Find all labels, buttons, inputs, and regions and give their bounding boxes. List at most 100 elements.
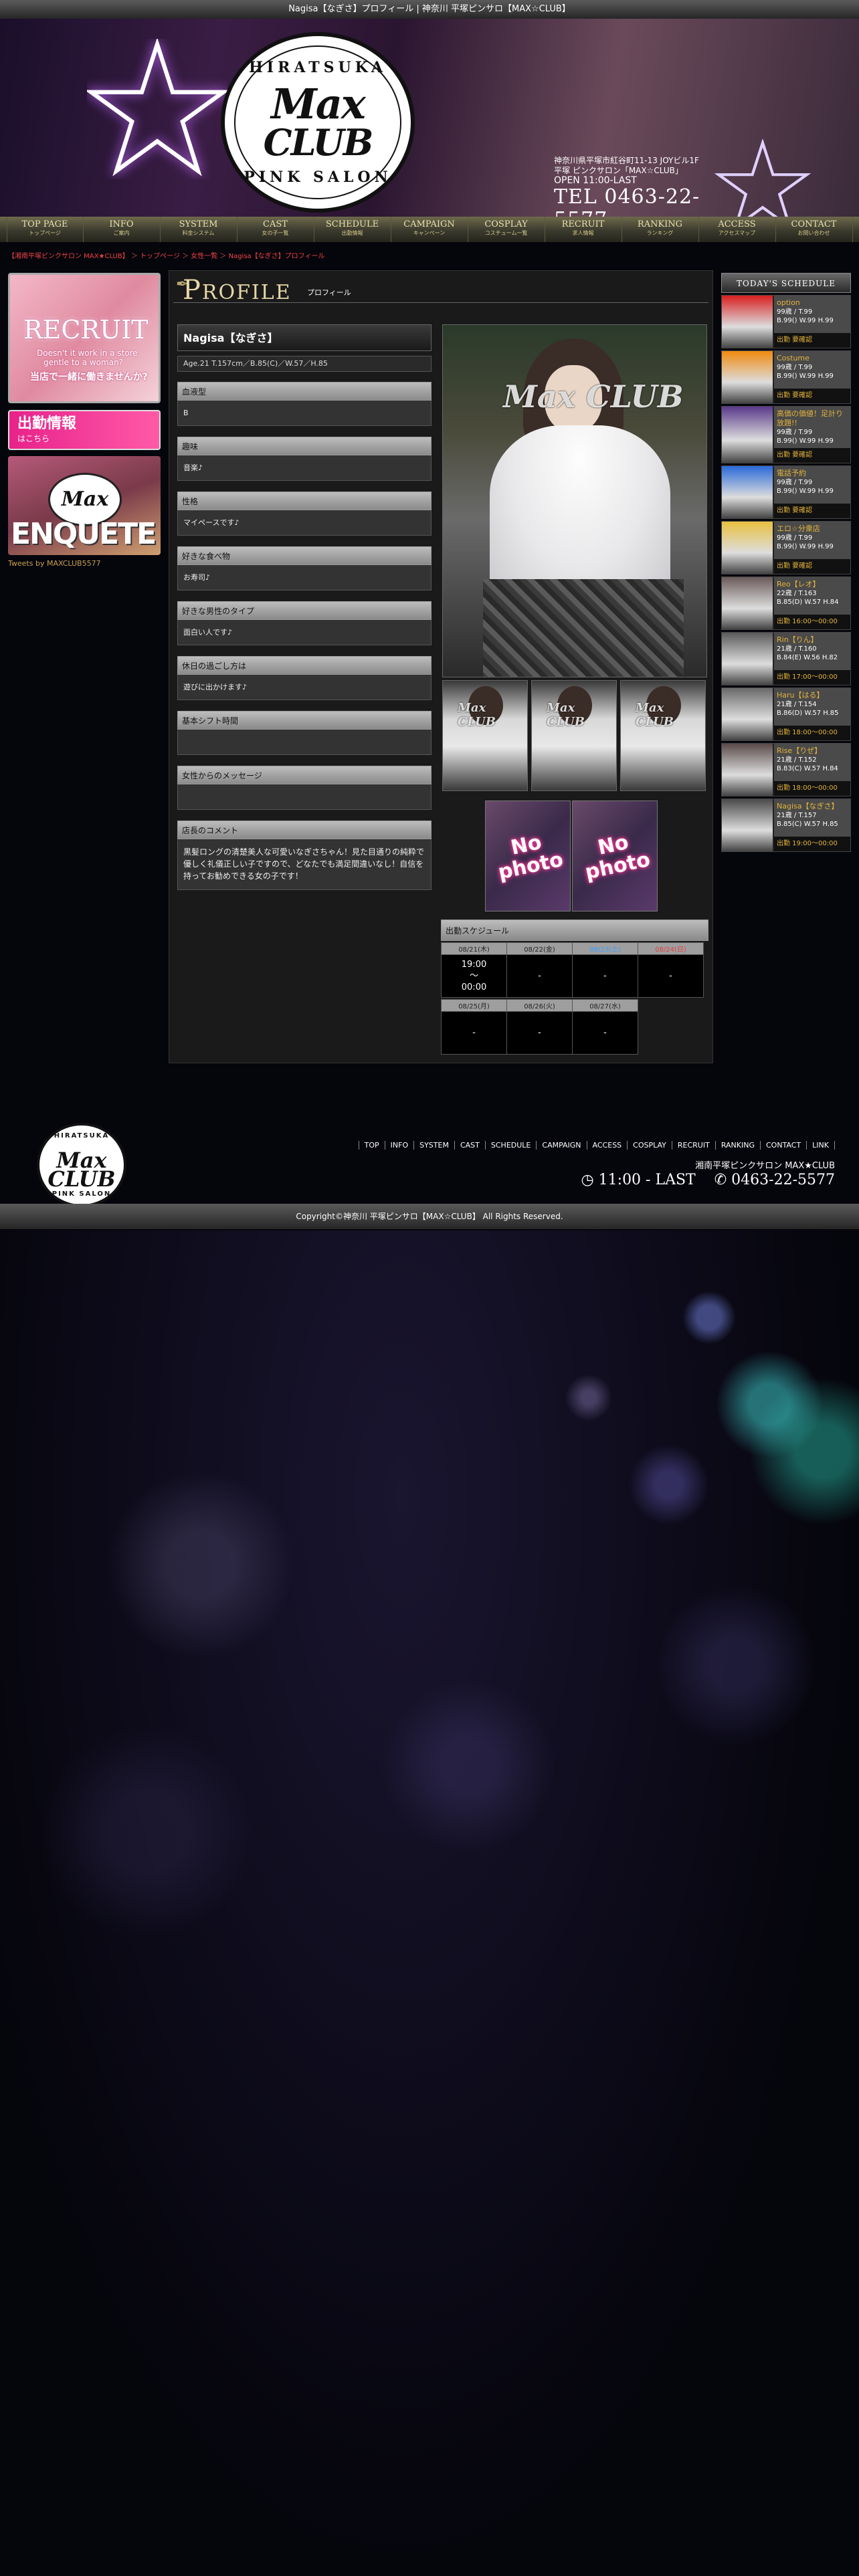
cast-main-photo[interactable]: Max CLUB: [442, 324, 707, 677]
qa-item: 店長のコメント 黒髪ロングの清楚美人な可愛いなぎさちゃん！見た目通りの純粋で優しく…: [177, 821, 432, 890]
thumb-watermark: Max CLUB: [547, 701, 585, 729]
today-cast-time: 出勤 18:00〜00:00: [774, 726, 850, 740]
footer-link[interactable]: CAST: [454, 1141, 485, 1150]
footer-link[interactable]: CAMPAIGN: [536, 1141, 586, 1150]
profile-title-rest: ROFILE: [201, 281, 292, 304]
nav-campaign[interactable]: CAMPAIGN キャンペーン: [391, 217, 468, 242]
qa-question: 女性からのメッセージ: [177, 766, 432, 784]
footer-link[interactable]: LINK: [806, 1141, 835, 1150]
qa-answer: [177, 730, 432, 755]
nav-system[interactable]: SYSTEM 料金システム: [161, 217, 237, 242]
today-cast-item[interactable]: Haru【はる】 21歳 / T.154 B.86(D) W.57 H.85 出勤 1…: [721, 687, 851, 741]
footer-link[interactable]: SCHEDULE: [484, 1141, 537, 1150]
tweets-link[interactable]: Tweets by MAXCLUB5577: [8, 559, 101, 568]
nophoto-thumbnail[interactable]: No photo: [485, 800, 571, 911]
today-cast-item[interactable]: 電話予約 99歳 / T.99 B.99() W.99 H.99 出勤 要確認: [721, 465, 851, 519]
today-cast-spec: 21歳 / T.160: [777, 645, 817, 653]
copyright-bar: Copyright©神奈川 平塚ピンサロ【MAX☆CLUB】 All Right…: [0, 1204, 859, 1229]
today-cast-item[interactable]: Rin【りん】 21歳 / T.160 B.84(E) W.56 H.82 出勤 17…: [721, 632, 851, 685]
cast-schedule: 出勤スケジュール 08/21(木) 08/22(金) 08/23(土) 08/24(日…: [441, 920, 708, 1055]
qa-question: 性格: [177, 492, 432, 510]
nav-ranking[interactable]: RANKING ランキング: [622, 217, 699, 242]
nophoto-thumbnail[interactable]: No photo: [572, 800, 658, 911]
footer-link[interactable]: CONTACT: [760, 1141, 806, 1150]
today-cast-photo: [722, 522, 773, 574]
qa-item: 好きな男性のタイプ 面白い人です♪: [177, 601, 432, 645]
nav-cast[interactable]: CAST 女の子一覧: [237, 217, 314, 242]
nav-contact[interactable]: CONTACT お問い合わせ: [776, 217, 853, 242]
footer-link[interactable]: INFO: [384, 1141, 413, 1150]
cast-name: Nagisa【なぎさ】: [177, 324, 432, 351]
nav-label: COSPLAY: [484, 219, 528, 229]
qa-item: 休日の過ごし方は 遊びに出かけます♪: [177, 656, 432, 700]
nav-label: SCHEDULE: [325, 219, 379, 229]
today-cast-item[interactable]: 高価の価値！足計り放題!! 99歳 / T.99 B.99() W.99 H.99 出…: [721, 406, 851, 463]
today-cast-item[interactable]: エロ☆分衆店 99歳 / T.99 B.99() W.99 H.99 出勤 要確認: [721, 521, 851, 574]
footer-link[interactable]: RECRUIT: [671, 1141, 715, 1150]
photo-thumbnail[interactable]: Max CLUB: [531, 680, 617, 791]
footer-hours-tel: ◷ 11:00 - LAST ✆ 0463-22-5577: [581, 1172, 835, 1188]
shop-logo[interactable]: HIRATSUKA Max CLUB PINK SALON: [221, 32, 415, 213]
copyright-text: Copyright©神奈川 平塚ピンサロ【MAX☆CLUB】 All Right…: [296, 1212, 563, 1221]
today-cast-photo: [722, 744, 773, 796]
nav-sublabel: ご案内: [113, 230, 130, 236]
nav-label: TOP PAGE: [21, 219, 68, 229]
enquete-banner[interactable]: Max ENQUETE: [8, 456, 161, 555]
footer-link[interactable]: COSPLAY: [627, 1141, 672, 1150]
qa-question: 店長のコメント: [177, 821, 432, 839]
schedule-title: 出勤スケジュール: [441, 920, 708, 941]
today-cast-item[interactable]: Nagisa【なぎさ】 21歳 / T.157 B.85(C) W.57 H.85 出…: [721, 798, 851, 852]
today-cast-time: 出勤 要確認: [774, 448, 850, 463]
today-cast-spec: 99歳 / T.99: [777, 308, 813, 316]
photo-watermark: Max CLUB: [503, 379, 684, 415]
today-cast-info: エロ☆分衆店 99歳 / T.99 B.99() W.99 H.99: [774, 522, 850, 559]
footer-link[interactable]: ACCESS: [586, 1141, 628, 1150]
nav-label: CAST: [263, 219, 288, 229]
footer-link[interactable]: RANKING: [714, 1141, 760, 1150]
today-cast-time: 出勤 17:00〜00:00: [774, 670, 850, 685]
schedule-date: 08/27(水): [572, 999, 638, 1012]
nav-label: SYSTEM: [179, 219, 218, 229]
nav-top[interactable]: TOP PAGE トップページ: [6, 217, 84, 242]
recruit-banner-sub2: gentle to a woman?: [43, 358, 124, 367]
today-cast-info: Rise【りぜ】 21歳 / T.152 B.83(C) W.57 H.84: [774, 744, 850, 781]
breadcrumb-top[interactable]: トップページ: [140, 253, 180, 260]
today-cast-photo: [722, 633, 773, 685]
qa-answer: 面白い人です♪: [177, 620, 432, 645]
footer-hours: ◷ 11:00 - LAST: [581, 1172, 695, 1188]
today-cast-item[interactable]: Costume 99歳 / T.99 B.99() W.99 H.99 出勤 要確認: [721, 350, 851, 404]
schedule-value: -: [572, 1011, 638, 1055]
today-schedule-sidebar: TODAY'S SCHEDULE option 99歳 / T.99 B.99() …: [721, 273, 851, 852]
header-banner: HIRATSUKA Max CLUB PINK SALON 神奈川県平塚市紅谷町…: [0, 19, 859, 217]
qa-question: 好きな食べ物: [177, 546, 432, 565]
schedule-banner-sub: はこちら: [17, 434, 50, 443]
photo-thumbnail[interactable]: Max CLUB: [442, 680, 528, 791]
footer-link[interactable]: TOP: [358, 1141, 385, 1150]
photo-thumbnail[interactable]: Max CLUB: [620, 680, 706, 791]
qa-answer: 音楽♪: [177, 455, 432, 481]
today-cast-item[interactable]: Rise【りぜ】 21歳 / T.152 B.83(C) W.57 H.84 出勤 1…: [721, 743, 851, 796]
today-cast-item[interactable]: option 99歳 / T.99 B.99() W.99 H.99 出勤 要確認: [721, 295, 851, 348]
today-cast-item[interactable]: Reo【レオ】 22歳 / T.163 B.85(D) W.57 H.84 出勤 16…: [721, 576, 851, 630]
nav-access[interactable]: ACCESS アクセスマップ: [699, 217, 776, 242]
schedule-banner[interactable]: 出勤情報 はこちら: [8, 410, 161, 450]
nav-schedule[interactable]: SCHEDULE 出勤情報: [314, 217, 391, 242]
footer-link[interactable]: SYSTEM: [413, 1141, 454, 1150]
breadcrumb-shop[interactable]: 【湘南平塚ピンクサロン MAX★CLUB】: [8, 253, 129, 260]
today-cast-spec: 21歳 / T.157: [777, 812, 817, 819]
nav-info[interactable]: INFO ご案内: [84, 217, 161, 242]
nophoto-text: No photo: [583, 830, 652, 885]
footer-tel[interactable]: ✆ 0463-22-5577: [714, 1172, 835, 1188]
recruit-banner[interactable]: RECRUIT Doesn't it work in a store gentl…: [8, 273, 161, 403]
schedule-date: 08/22(金): [506, 942, 573, 955]
today-cast-info: Nagisa【なぎさ】 21歳 / T.157 B.85(C) W.57 H.85: [774, 799, 850, 837]
footer-logo[interactable]: HIRATSUKA Max CLUB PINK SALON: [37, 1123, 126, 1207]
breadcrumb-list[interactable]: 女性一覧: [191, 253, 217, 260]
qa-answer: 黒髪ロングの清楚美人な可愛いなぎさちゃん！見た目通りの純粋で優しく礼儀正しい子で…: [177, 839, 432, 890]
nav-recruit[interactable]: RECRUIT 求人情報: [545, 217, 622, 242]
nav-label: ACCESS: [718, 219, 756, 229]
window-title-bar: Nagisa【なぎさ】プロフィール | 神奈川 平塚ピンサロ【MAX☆CLUB】: [0, 0, 859, 19]
nav-cosplay[interactable]: COSPLAY コスチューム一覧: [468, 217, 545, 242]
qa-item: 基本シフト時間: [177, 711, 432, 755]
nav-sublabel: ランキング: [646, 230, 674, 236]
